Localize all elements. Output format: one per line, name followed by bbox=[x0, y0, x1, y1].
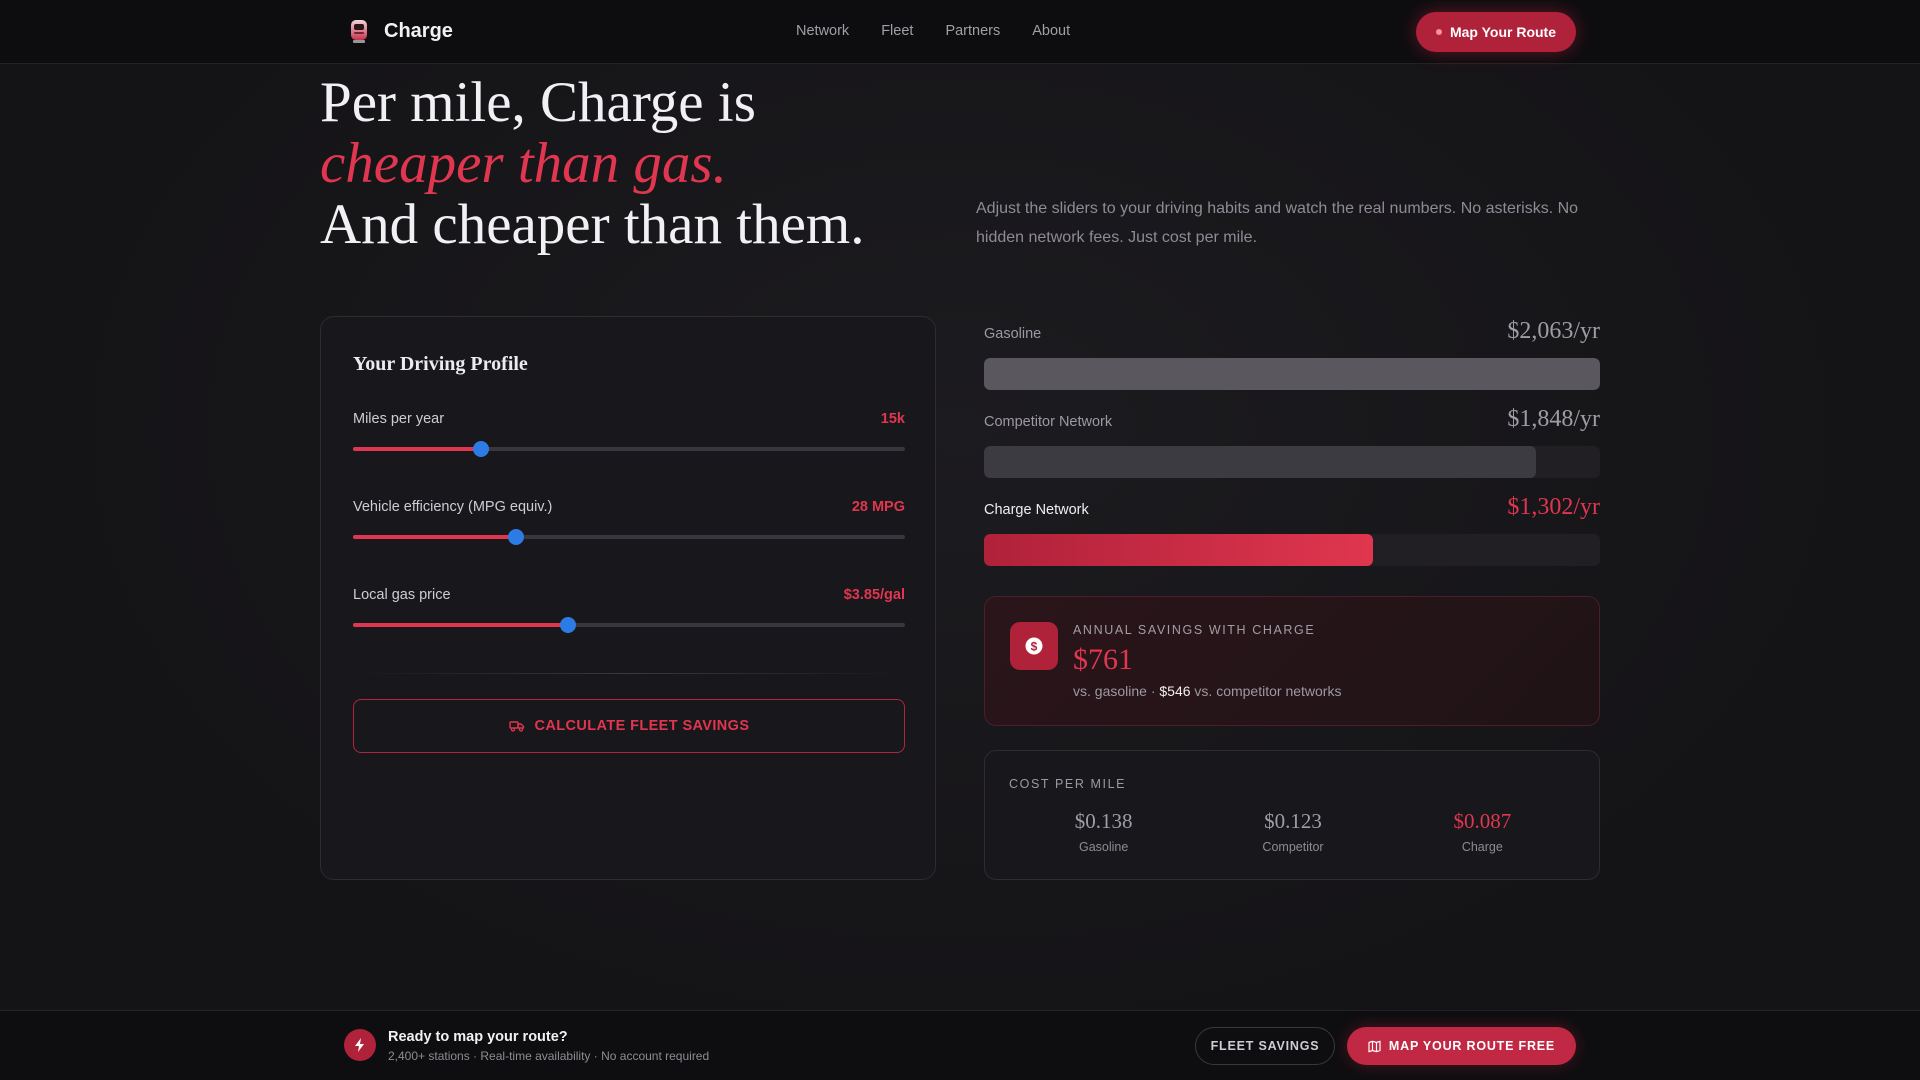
divider bbox=[353, 673, 905, 674]
cost-row-gasoline: Gasoline $2,063/yr bbox=[984, 318, 1600, 390]
cost-bar bbox=[984, 358, 1600, 390]
hero-line-3: And cheaper than them. bbox=[320, 193, 865, 256]
map-your-route-free-label: MAP YOUR ROUTE FREE bbox=[1388, 1039, 1556, 1053]
svg-text:$: $ bbox=[1031, 640, 1038, 654]
map-icon bbox=[1368, 1040, 1381, 1052]
cost-label: Charge Network bbox=[984, 502, 1089, 518]
nav-link-partners[interactable]: Partners bbox=[945, 23, 1000, 39]
nav-link-network[interactable]: Network bbox=[796, 23, 849, 39]
miles-per-year-slider: Miles per year 15k bbox=[353, 411, 905, 471]
cpm-name: Gasoline bbox=[1078, 840, 1129, 854]
cost-amount: $1,848/yr bbox=[1507, 406, 1600, 432]
slider-label: Local gas price bbox=[353, 587, 451, 603]
dollar-icon: $ bbox=[1010, 622, 1058, 670]
cost-track bbox=[984, 446, 1600, 478]
nav-link-fleet[interactable]: Fleet bbox=[881, 23, 913, 39]
cost-label: Competitor Network bbox=[984, 414, 1113, 430]
card-title: Your Driving Profile bbox=[353, 353, 528, 375]
savings-detail-suffix: vs. competitor networks bbox=[1190, 683, 1342, 699]
savings-amount: $761 bbox=[1073, 643, 1133, 676]
savings-kicker: ANNUAL SAVINGS WITH CHARGE bbox=[1073, 623, 1316, 637]
slider-value: 15k bbox=[880, 411, 905, 427]
annual-savings-card: $ ANNUAL SAVINGS WITH CHARGE $761 vs. ga… bbox=[984, 596, 1600, 726]
map-your-route-free-button[interactable]: MAP YOUR ROUTE FREE bbox=[1347, 1027, 1576, 1065]
cost-bar bbox=[984, 446, 1536, 478]
cpm-kicker: COST PER MILE bbox=[1009, 777, 1127, 791]
slider-value: $3.85/gal bbox=[843, 587, 905, 603]
top-navigation: Charge Network Fleet Partners About Map … bbox=[0, 0, 1920, 64]
cost-row-competitor: Competitor Network $1,848/yr bbox=[984, 406, 1600, 478]
slider-label: Vehicle efficiency (MPG equiv.) bbox=[353, 499, 553, 515]
cpm-name: Charge bbox=[1461, 840, 1503, 854]
footer-title: Ready to map your route? bbox=[388, 1029, 568, 1045]
cost-amount: $1,302/yr bbox=[1507, 494, 1600, 520]
driving-profile-card: Your Driving Profile Miles per year 15k … bbox=[320, 316, 936, 880]
slider-label: Miles per year bbox=[353, 411, 445, 427]
cost-track bbox=[984, 534, 1600, 566]
slider-track[interactable] bbox=[353, 441, 905, 457]
lightning-icon bbox=[344, 1029, 376, 1061]
dot-icon bbox=[1435, 29, 1442, 35]
cpm-competitor: $0.123 Competitor bbox=[1198, 809, 1387, 854]
cpm-name: Competitor bbox=[1262, 840, 1324, 854]
sticky-cta-bar: Ready to map your route? 2,400+ stations… bbox=[0, 1010, 1920, 1080]
truck-icon bbox=[508, 721, 524, 732]
cost-row-charge: Charge Network $1,302/yr bbox=[984, 494, 1600, 566]
fleet-savings-button[interactable]: FLEET SAVINGS bbox=[1195, 1027, 1335, 1065]
slider-thumb[interactable] bbox=[559, 617, 576, 633]
savings-detail-prefix: vs. gasoline · bbox=[1073, 683, 1160, 699]
cost-track bbox=[984, 358, 1600, 390]
fleet-button-label: CALCULATE FLEET SAVINGS bbox=[534, 718, 750, 734]
slider-fill bbox=[353, 447, 482, 451]
hero-description: Adjust the sliders to your driving habit… bbox=[976, 200, 1579, 246]
cost-amount: $2,063/yr bbox=[1507, 318, 1600, 344]
footer-subtitle: 2,400+ stations · Real-time availability… bbox=[388, 1049, 710, 1063]
cost-label: Gasoline bbox=[984, 326, 1042, 342]
charge-station-logo-icon bbox=[351, 20, 367, 43]
brand-name: Charge bbox=[384, 19, 453, 42]
local-gas-price-slider: Local gas price $3.85/gal bbox=[353, 587, 905, 647]
hero-line-2: cheaper than gas. bbox=[320, 132, 727, 195]
cpm-value: $0.123 bbox=[1264, 809, 1322, 833]
slider-value: 28 MPG bbox=[851, 499, 905, 515]
cpm-charge: $0.087 Charge bbox=[1388, 809, 1577, 854]
brand[interactable]: Charge bbox=[348, 18, 453, 44]
calculate-fleet-savings-button[interactable]: CALCULATE FLEET SAVINGS bbox=[353, 699, 905, 753]
slider-track[interactable] bbox=[353, 529, 905, 545]
cpm-value: $0.138 bbox=[1074, 809, 1133, 833]
competitor-savings-amount: $546 bbox=[1159, 683, 1191, 699]
map-your-route-label: Map Your Route bbox=[1449, 24, 1557, 40]
savings-detail: vs. gasoline · $546 vs. competitor netwo… bbox=[1073, 683, 1341, 699]
map-your-route-button[interactable]: Map Your Route bbox=[1416, 12, 1576, 52]
slider-fill bbox=[353, 623, 568, 627]
slider-fill bbox=[353, 535, 516, 539]
slider-thumb[interactable] bbox=[473, 441, 490, 457]
nav-link-about[interactable]: About bbox=[1032, 23, 1070, 39]
cpm-columns: $0.138 Gasoline $0.123 Competitor $0.087… bbox=[1009, 809, 1577, 854]
cost-bar bbox=[984, 534, 1373, 566]
vehicle-efficiency-slider: Vehicle efficiency (MPG equiv.) 28 MPG bbox=[353, 499, 905, 559]
cpm-value: $0.087 bbox=[1453, 809, 1512, 833]
hero-heading: Per mile, Charge is cheaper than gas. An… bbox=[320, 72, 864, 255]
slider-thumb[interactable] bbox=[507, 529, 524, 545]
cost-per-mile-card: COST PER MILE $0.138 Gasoline $0.123 Com… bbox=[984, 750, 1600, 880]
cpm-gasoline: $0.138 Gasoline bbox=[1009, 809, 1198, 854]
hero-line-1: Per mile, Charge is bbox=[320, 71, 756, 134]
nav-links: Network Fleet Partners About bbox=[796, 23, 1070, 39]
slider-track[interactable] bbox=[353, 617, 905, 633]
